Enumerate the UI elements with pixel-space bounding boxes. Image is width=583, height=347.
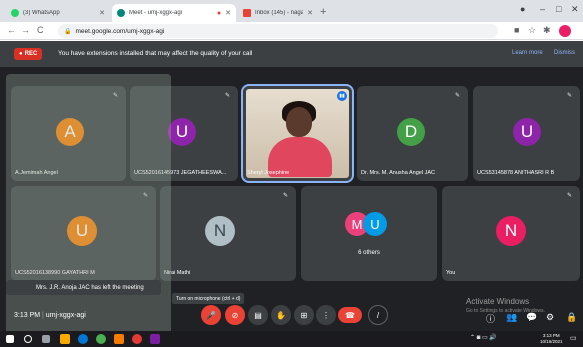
banner-message: You have extensions installed that may a…	[58, 50, 253, 57]
tab-whatsapp[interactable]: (3) WhatsApp ✕	[6, 4, 110, 22]
activate-windows-title: Activate Windows	[466, 297, 530, 306]
back-button[interactable]: ←	[7, 25, 16, 35]
speaking-indicator-icon: ▮▮	[337, 91, 347, 101]
tab-title: Inbox (145) - nagaprhco@anna...	[255, 10, 304, 16]
browser-tab-strip: (3) WhatsApp ✕ Meet - umj-xggx-agi ● ✕ I…	[0, 0, 583, 22]
browser-toolbar: ← → C 🔒 meet.google.com/umj-xggx-agi ■ ☆…	[0, 22, 583, 40]
participant-name: Sheryl Josephine	[247, 170, 290, 176]
more-options-button[interactable]: ⋮	[316, 305, 336, 325]
participant-name: UCS53145878 ANITHASRI R B	[477, 170, 555, 176]
new-tab-button[interactable]: +	[320, 6, 326, 18]
participant-name: Dr. Mrs. M. Anusha Angel JAC	[361, 170, 435, 176]
taskbar-date: 10/16/2021	[540, 339, 563, 344]
avatar: D	[397, 118, 425, 146]
recording-badge: ● REC	[14, 48, 43, 60]
task-view-icon[interactable]	[42, 335, 50, 343]
avatar: U	[363, 212, 387, 236]
close-tab-icon[interactable]: ✕	[225, 9, 231, 17]
gmail-icon	[243, 9, 251, 17]
url-text: meet.google.com/umj-xggx-agi	[75, 27, 165, 35]
app-icon[interactable]	[132, 334, 142, 344]
maximize-button[interactable]: □	[556, 4, 561, 14]
tab-title: Meet - umj-xggx-agi	[129, 10, 183, 16]
raise-hand-button[interactable]: ✋	[271, 305, 291, 325]
close-tab-icon[interactable]: ✕	[99, 9, 105, 17]
dismiss-button[interactable]: Dismiss	[554, 50, 575, 56]
avatar: N	[496, 216, 526, 246]
recording-dot-icon: ●	[216, 9, 222, 17]
record-icon: ●	[19, 51, 23, 57]
file-explorer-icon[interactable]	[60, 334, 70, 344]
close-tab-icon[interactable]: ✕	[307, 9, 313, 17]
info-icon[interactable]: ⓘ	[486, 312, 495, 325]
participant-tile[interactable]: ✎ U UCS53145878 ANITHASRI R B	[473, 86, 580, 181]
meeting-code: umj-xggx-agi	[45, 312, 86, 319]
mic-off-icon: ✎	[566, 193, 572, 199]
star-icon[interactable]: ☆	[528, 25, 536, 36]
lock-icon: 🔒	[64, 28, 72, 35]
menu-dot-icon[interactable]: ●	[520, 4, 525, 14]
mic-off-icon: ✎	[224, 93, 230, 99]
left-meeting-toast: Mrs. J.R. Anoja JAC has left the meeting	[6, 280, 161, 295]
self-tile[interactable]: ✎ N You	[442, 186, 580, 281]
learn-more-link[interactable]: Learn more	[512, 50, 543, 56]
forward-button[interactable]: →	[21, 25, 30, 35]
chat-icon[interactable]: 💬	[526, 312, 537, 323]
camera-toggle-button[interactable]: ⊘	[225, 305, 245, 325]
mic-off-icon: ✎	[454, 93, 460, 99]
present-button[interactable]: ⊞	[294, 305, 314, 325]
app-icon[interactable]	[114, 334, 124, 344]
others-tile[interactable]: M U 6 others	[301, 186, 437, 281]
extension-button[interactable]: /	[368, 305, 388, 325]
person-head	[286, 107, 312, 137]
others-count-label: 6 others	[358, 250, 380, 256]
meet-icon	[117, 9, 125, 17]
activities-icon[interactable]: ⚙	[546, 312, 554, 323]
captions-button[interactable]: ▤	[248, 305, 268, 325]
minimize-button[interactable]: –	[540, 4, 545, 14]
overlay-window	[6, 74, 171, 338]
app-icon[interactable]	[150, 334, 160, 344]
avatar: N	[205, 216, 235, 246]
profile-avatar[interactable]	[559, 25, 571, 37]
extensions-icon[interactable]: ✱	[543, 25, 551, 36]
tab-meet[interactable]: Meet - umj-xggx-agi ● ✕	[112, 4, 236, 22]
mic-off-icon: ✎	[282, 193, 288, 199]
time-text: 3:13 PM	[14, 312, 41, 319]
search-icon[interactable]	[24, 335, 32, 343]
chrome-icon[interactable]	[96, 334, 106, 344]
reload-button[interactable]: C	[37, 25, 44, 35]
leave-call-button[interactable]: ☎	[338, 307, 362, 323]
people-icon[interactable]: 👥	[506, 312, 517, 323]
address-bar[interactable]: 🔒 meet.google.com/umj-xggx-agi	[58, 24, 498, 38]
rec-label: REC	[24, 51, 38, 57]
windows-taskbar: ⌃ ◙ ▭ 🔊 3:13 PM 10/16/2021 ▭	[0, 331, 583, 347]
host-controls-icon[interactable]: 🔒	[566, 312, 577, 323]
avatar: U	[513, 118, 541, 146]
windows-start-icon[interactable]	[6, 335, 14, 343]
video-feed	[246, 89, 349, 178]
participant-tile[interactable]: ✎ D Dr. Mrs. M. Anusha Angel JAC	[357, 86, 468, 181]
notification-icon[interactable]: ▭	[570, 334, 577, 342]
taskbar-clock[interactable]: 3:13 PM 10/16/2021	[540, 333, 563, 345]
avatar: U	[168, 118, 196, 146]
participant-name: You	[446, 270, 456, 276]
participant-tile[interactable]: ✎ N Nirai Mathi	[160, 186, 296, 281]
edge-icon[interactable]	[78, 334, 88, 344]
meeting-time: 3:13 PM | umj-xggx-agi	[14, 312, 86, 319]
mic-off-icon: ✎	[566, 93, 572, 99]
tab-title: (3) WhatsApp	[23, 10, 60, 16]
camera-indicator-icon[interactable]: ■	[514, 25, 519, 35]
whatsapp-icon	[11, 9, 19, 17]
participant-tile-video[interactable]: ▮▮ Sheryl Josephine	[241, 84, 354, 183]
mic-toggle-button[interactable]: 🎤	[201, 305, 221, 325]
mic-tooltip: Turn on microphone (ctrl + d)	[172, 293, 245, 304]
close-window-button[interactable]: ✕	[571, 4, 579, 15]
system-tray-icons[interactable]: ⌃ ◙ ▭ 🔊	[470, 334, 497, 341]
tab-gmail[interactable]: Inbox (145) - nagaprhco@anna... ✕	[238, 4, 318, 22]
extension-warning-banner: ● REC You have extensions installed that…	[0, 41, 583, 67]
